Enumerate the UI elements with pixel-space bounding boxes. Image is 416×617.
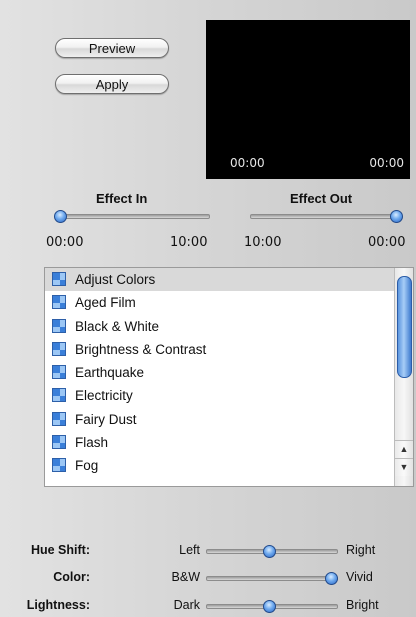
apply-button[interactable]: Apply — [55, 74, 169, 94]
adjust-slider-knob[interactable] — [325, 572, 338, 585]
adjust-label: Hue Shift: — [30, 543, 90, 557]
effect-icon — [52, 272, 66, 286]
preview-monitor: 00:00 00:00 — [206, 20, 410, 179]
monitor-time-out: 00:00 — [369, 156, 404, 170]
effect-out-start-time: 10:00 — [244, 235, 282, 250]
effects-list-item[interactable]: Fog — [45, 454, 413, 477]
effect-out-label: Effect Out — [290, 191, 353, 206]
adjust-label: Color: — [53, 570, 90, 584]
effect-icon — [52, 458, 66, 473]
effect-in-label: Effect In — [96, 191, 148, 206]
effect-name: Fairy Dust — [75, 411, 137, 427]
effect-name: Aged Film — [75, 295, 136, 311]
effects-list-item[interactable]: Black & White — [45, 315, 413, 338]
adjust-slider-knob[interactable] — [262, 545, 276, 558]
adjust-min-label: Left — [179, 543, 200, 557]
effect-out-slider-knob[interactable] — [390, 210, 403, 223]
adjust-min-label: Dark — [173, 598, 200, 612]
effect-name: Flash — [75, 435, 109, 451]
adjust-min-label: B&W — [171, 570, 200, 584]
effect-icon — [52, 388, 66, 403]
monitor-time-in: 00:00 — [230, 156, 265, 170]
scrollbar-thumb[interactable] — [397, 276, 412, 378]
scroll-up-arrow-icon[interactable]: ▲ — [395, 440, 413, 458]
effects-list[interactable]: Adjust Colors Aged Film Black & White Brigh… — [44, 267, 414, 487]
effects-list-item[interactable]: Electricity — [45, 384, 413, 407]
effect-icon — [52, 411, 66, 426]
adjust-max-label: Bright — [346, 598, 379, 612]
effects-list-item[interactable]: Adjust Colors — [45, 268, 413, 292]
effect-out-slider-track[interactable] — [250, 214, 402, 219]
effect-in-slider-knob[interactable] — [54, 210, 67, 223]
effect-out-end-time: 00:00 — [368, 235, 406, 250]
effect-name: Earthquake — [75, 365, 145, 381]
effect-icon — [52, 295, 66, 310]
effect-icon — [52, 341, 66, 356]
effects-list-item[interactable]: Brightness & Contrast — [45, 338, 413, 361]
adjust-max-label: Right — [346, 543, 376, 557]
adjust-label: Lightness: — [26, 598, 90, 612]
effects-list-item[interactable]: Fairy Dust — [45, 408, 413, 431]
scroll-down-arrow-icon[interactable]: ▼ — [395, 458, 413, 476]
effect-icon — [52, 435, 66, 450]
effect-name: Black & White — [75, 318, 160, 334]
effect-in-slider-track[interactable] — [56, 214, 210, 219]
effect-name: Fog — [75, 458, 99, 474]
preview-button[interactable]: Preview — [55, 38, 169, 58]
adjust-max-label: Vivid — [346, 570, 373, 584]
effects-list-scrollbar[interactable]: ▲ ▼ — [394, 268, 413, 486]
effect-in-start-time: 00:00 — [46, 235, 84, 250]
effect-name: Brightness & Contrast — [75, 341, 207, 357]
effect-in-end-time: 10:00 — [170, 235, 208, 250]
effect-name: Adjust Colors — [75, 272, 156, 287]
effect-icon — [52, 365, 66, 380]
effects-list-item[interactable]: Aged Film — [45, 291, 413, 314]
adjust-slider-track[interactable] — [206, 576, 338, 581]
adjust-slider-knob[interactable] — [262, 600, 276, 613]
effect-name: Electricity — [75, 388, 133, 404]
effects-list-item[interactable]: Flash — [45, 431, 413, 454]
effect-icon — [52, 318, 66, 333]
effects-list-item[interactable]: Earthquake — [45, 361, 413, 384]
